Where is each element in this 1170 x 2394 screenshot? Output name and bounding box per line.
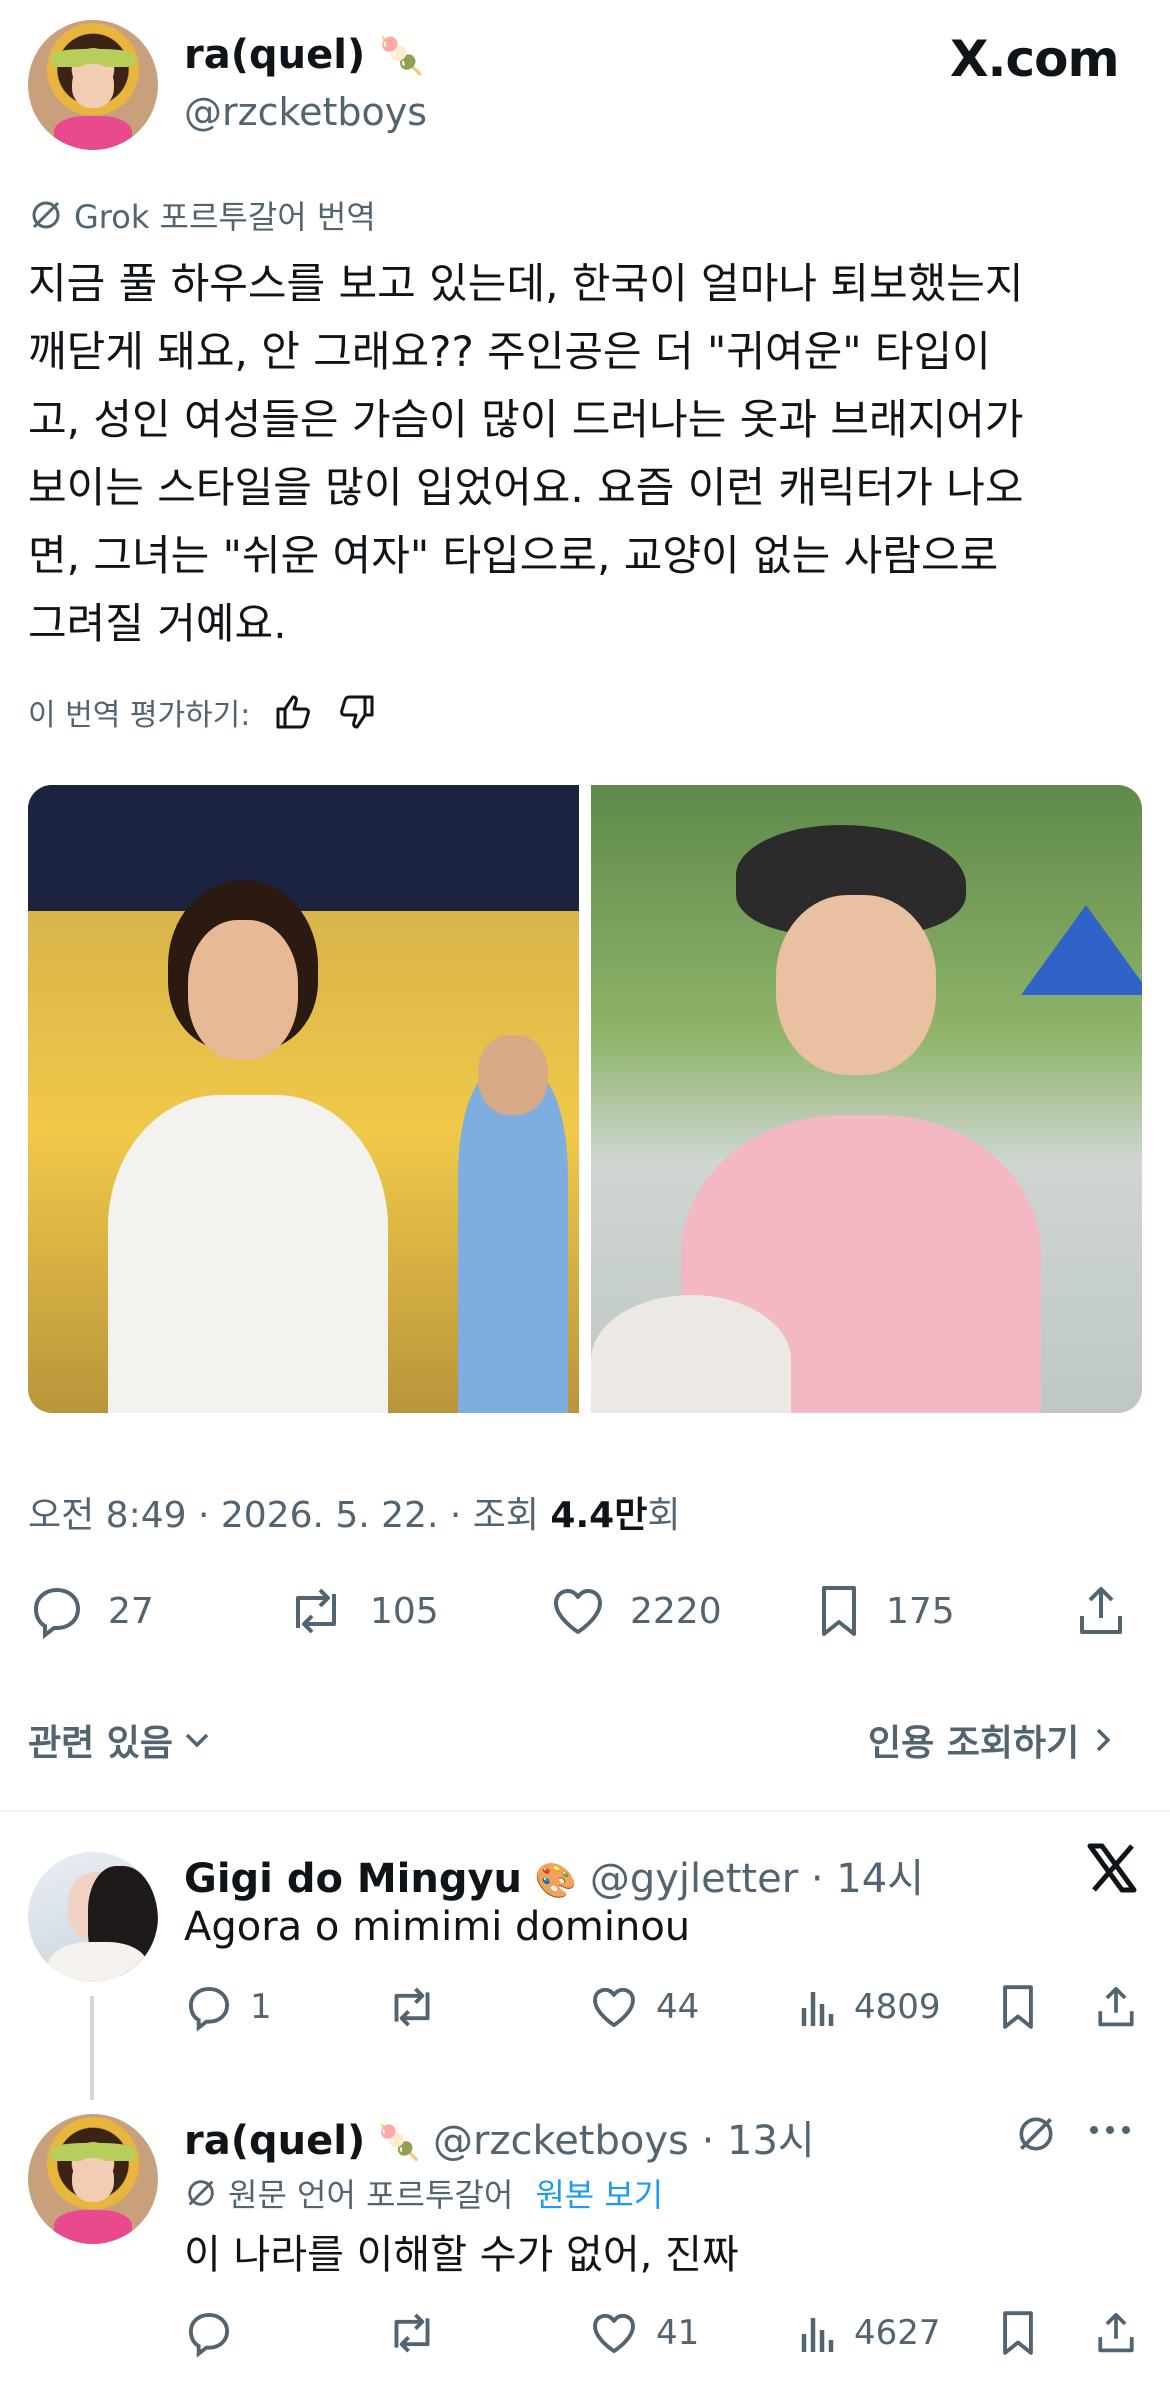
author-handle[interactable]: @rzcketboys xyxy=(184,90,427,134)
repost-action[interactable]: 105 xyxy=(284,1582,439,1640)
reply-1-handle[interactable]: @gyjletter xyxy=(590,1856,798,1902)
reply-1-name[interactable]: Gigi do Mingyu xyxy=(184,1856,522,1902)
post-body: 지금 풀 하우스를 보고 있는데, 한국이 얼마나 퇴보했는지 깨닫게 돼요, … xyxy=(28,250,1148,658)
grok-icon xyxy=(184,2176,218,2210)
reply-2-header: ra(quel) 🍡 @rzcketboys · 13시 xyxy=(184,2108,815,2166)
reply-icon xyxy=(184,1982,234,2032)
x-logo-small[interactable] xyxy=(1084,1840,1140,1910)
reply-2-time[interactable]: · 13시 xyxy=(702,2118,815,2164)
post-body-line: 깨닫게 돼요, 안 그래요?? 주인공은 더 "귀여운" 타입이 xyxy=(28,327,991,376)
share-icon xyxy=(1092,1982,1140,2032)
post-body-line: 보이는 스타일을 많이 입었어요. 요즘 이런 캐릭터가 나오 xyxy=(28,463,1024,512)
reply-2-views[interactable]: 4627 xyxy=(796,2308,941,2358)
view-original-link[interactable]: 원본 보기 xyxy=(535,2170,663,2216)
views-icon xyxy=(796,2308,840,2358)
rate-translation: 이 번역 평가하기: xyxy=(28,690,378,734)
reply-2-emoji: 🍡 xyxy=(377,2123,421,2163)
thumbs-down-icon[interactable] xyxy=(336,691,378,733)
post-body-line: 면, 그녀는 "쉬운 여자" 타입으로, 교양이 없는 사람으로 xyxy=(28,531,999,580)
author-avatar[interactable] xyxy=(28,20,158,150)
reply-2-text: 이 나라를 이해할 수가 없어, 진짜 xyxy=(184,2232,739,2278)
repost-icon xyxy=(384,2308,440,2358)
reply-2-share[interactable] xyxy=(1092,2308,1140,2358)
reply-1-like-action[interactable]: 44 xyxy=(588,1982,699,2032)
bookmark-icon xyxy=(814,1582,864,1640)
reply-action[interactable]: 27 xyxy=(28,1582,154,1640)
views-icon xyxy=(796,1982,840,2032)
grok-icon xyxy=(28,197,64,233)
post-body-line: 지금 풀 하우스를 보고 있는데, 한국이 얼마나 퇴보했는지 xyxy=(28,259,1024,308)
divider xyxy=(0,1810,1170,1812)
repost-icon xyxy=(284,1582,348,1640)
share-button[interactable] xyxy=(1072,1582,1130,1640)
media-grid xyxy=(28,785,1142,1413)
post-body-line: 고, 성인 여성들은 가슴이 많이 드러나는 옷과 브래지어가 xyxy=(28,395,1024,444)
reply-1-emoji: 🎨 xyxy=(534,1861,578,1901)
share-icon xyxy=(1072,1582,1130,1640)
reply-icon xyxy=(184,2308,234,2358)
more-options-icon[interactable] xyxy=(1090,2126,1130,2134)
reply-1-share[interactable] xyxy=(1092,1982,1140,2032)
view-quotes-link[interactable]: 인용 조회하기 xyxy=(868,1714,1117,1766)
reply-2-avatar[interactable] xyxy=(28,2114,158,2244)
thumbs-up-icon[interactable] xyxy=(272,691,314,733)
reply-2-repost-action[interactable] xyxy=(384,2308,440,2358)
reply-1-repost-action[interactable] xyxy=(384,1982,440,2032)
view-count: 4.4만 xyxy=(550,1495,648,1536)
bookmark-icon xyxy=(996,2308,1040,2358)
reply-1-text: Agora o mimimi dominou xyxy=(184,1904,691,1950)
thread-line xyxy=(90,1996,94,2100)
reply-1-bookmark[interactable] xyxy=(996,1982,1040,2032)
chevron-down-icon xyxy=(181,1724,213,1756)
bookmark-action[interactable]: 175 xyxy=(814,1582,955,1640)
reply-count: 27 xyxy=(108,1590,154,1632)
post-body-line: 그려질 거예요. xyxy=(28,599,287,648)
reply-1-header: Gigi do Mingyu 🎨 @gyjletter · 14시 xyxy=(184,1846,924,1904)
reply-2-like-action[interactable]: 41 xyxy=(588,2308,699,2358)
translation-note: Grok 포르투갈어 번역 xyxy=(28,192,376,238)
author-name[interactable]: ra(quel) 🍡 xyxy=(184,32,424,78)
reply-2-reply-action[interactable] xyxy=(184,2308,234,2358)
reply-1-avatar[interactable] xyxy=(28,1852,158,1982)
reply-2-grok-icon[interactable] xyxy=(1014,2112,1058,2160)
repost-count: 105 xyxy=(370,1590,439,1632)
like-action[interactable]: 2220 xyxy=(548,1582,722,1640)
like-count: 2220 xyxy=(630,1590,722,1632)
chevron-right-icon xyxy=(1089,1724,1117,1756)
reply-1-reply-action[interactable]: 1 xyxy=(184,1982,272,2032)
reply-icon xyxy=(28,1582,86,1640)
share-icon xyxy=(1092,2308,1140,2358)
heart-icon xyxy=(548,1582,608,1640)
bookmark-count: 175 xyxy=(886,1590,955,1632)
reply-2-bookmark[interactable] xyxy=(996,2308,1040,2358)
bookmark-icon xyxy=(996,1982,1040,2032)
reply-2-lang-note: 원문 언어 포르투갈어 원본 보기 xyxy=(184,2170,663,2216)
reply-2-name[interactable]: ra(quel) xyxy=(184,2118,365,2164)
photo-1[interactable] xyxy=(28,785,579,1413)
x-logo[interactable]: X.com xyxy=(950,30,1120,88)
heart-icon xyxy=(588,2308,640,2358)
related-filter[interactable]: 관련 있음 xyxy=(28,1714,213,1766)
reply-1-views[interactable]: 4809 xyxy=(796,1982,941,2032)
author-emoji: 🍡 xyxy=(379,36,424,77)
heart-icon xyxy=(588,1982,640,2032)
repost-icon xyxy=(384,1982,440,2032)
photo-2[interactable] xyxy=(591,785,1142,1413)
post-meta: 오전 8:49 · 2026. 5. 22. · 조회 4.4만회 xyxy=(28,1495,681,1536)
reply-2-handle[interactable]: @rzcketboys xyxy=(433,2118,689,2164)
reply-1-time[interactable]: · 14시 xyxy=(811,1856,924,1902)
